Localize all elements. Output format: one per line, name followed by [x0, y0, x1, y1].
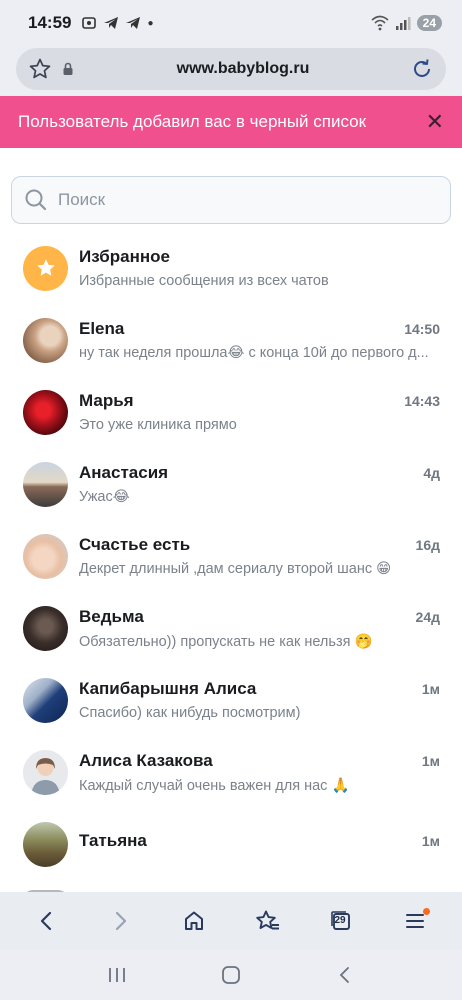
chat-item[interactable]: Анастасия 4д Ужас😂: [0, 448, 462, 520]
notification-dot: [423, 908, 431, 915]
chat-list: Избранное Избранные сообщения из всех ча…: [0, 232, 462, 880]
chat-name: Анастасия: [79, 463, 169, 482]
star-icon[interactable]: [28, 57, 52, 81]
chat-name: Избранное: [79, 247, 170, 266]
star-icon: [36, 259, 55, 276]
chat-item[interactable]: Марья 14:43 Это уже клиника прямо: [0, 376, 462, 448]
avatar: [23, 317, 68, 363]
chat-time: 4д: [423, 465, 440, 481]
chat-item[interactable]: Капибарышня Алиса 1м Спасибо) как нибудь …: [0, 664, 462, 736]
chat-name: Капибарышня Алиса: [79, 679, 257, 698]
chat-name: Татьяна: [79, 831, 147, 850]
tabs-button[interactable]: 29: [321, 901, 361, 941]
chat-panel: Избранное Избранные сообщения из всех ча…: [0, 164, 462, 892]
tabs-count: 29: [334, 915, 346, 926]
chat-item[interactable]: Татьяна 1м: [0, 808, 462, 880]
search-box[interactable]: [11, 176, 451, 224]
search-input[interactable]: [58, 190, 438, 210]
avatar: [23, 821, 68, 867]
chat-name: Марья: [79, 391, 134, 410]
back-button[interactable]: [27, 901, 67, 941]
chat-item[interactable]: Elena 14:50 ну так неделя прошла😂 с конца…: [0, 304, 462, 376]
chat-time: 24д: [415, 608, 440, 625]
chat-preview: Обязательно)) пропускать не как нельзя 🤭: [79, 633, 373, 650]
status-time: 14:59: [28, 13, 72, 32]
address-bar[interactable]: www.babyblog.ru: [16, 48, 446, 90]
avatar: [23, 749, 68, 795]
chat-name: Счастье есть: [79, 535, 191, 554]
recent-apps-button[interactable]: [97, 955, 137, 995]
status-right: 24: [371, 15, 442, 31]
home-nav-button[interactable]: [211, 955, 251, 995]
sheet-top: [0, 148, 462, 164]
chat-time: 16д: [415, 537, 440, 553]
chat-preview: Избранные сообщения из всех чатов: [79, 273, 329, 289]
telegram-icon: [126, 17, 141, 29]
banner-text: Пользователь добавил вас в черный список: [18, 112, 367, 131]
system-navigation: [0, 950, 462, 1000]
chat-item[interactable]: Алиса Казакова 1м Каждый случай очень важ…: [0, 736, 462, 808]
back-nav-button[interactable]: [325, 955, 365, 995]
avatar: [23, 461, 68, 507]
forward-icon: [116, 911, 127, 931]
chat-preview: Декрет длинный ,дам сериалу второй шанс …: [79, 561, 392, 577]
bookmarks-icon: [256, 910, 279, 930]
blacklist-notification-banner: Пользователь добавил вас в черный список…: [0, 96, 462, 148]
chat-item-favorites[interactable]: Избранное Избранные сообщения из всех ча…: [0, 232, 462, 304]
telegram-icon: [104, 17, 119, 29]
search-icon: [25, 189, 47, 211]
chat-item[interactable]: Счастье есть 16д Декрет длинный ,дам сери…: [0, 520, 462, 592]
chat-time: 1м: [421, 681, 440, 697]
more-dot-icon: ●: [147, 17, 154, 29]
avatar: [23, 389, 68, 435]
bookmarks-button[interactable]: [248, 901, 288, 941]
close-icon[interactable]: ✕: [426, 111, 444, 133]
chat-time: 1м: [421, 833, 440, 849]
chat-time: 1м: [421, 752, 440, 769]
avatar: [23, 677, 68, 723]
reload-icon[interactable]: [410, 57, 434, 81]
chat-preview: ну так неделя прошла😂 с конца 10й до пер…: [79, 345, 429, 361]
lock-icon: [63, 62, 73, 75]
chat-name: Алиса Казакова: [79, 750, 213, 770]
chat-name: Ведьма: [79, 606, 144, 626]
wifi-icon: [371, 15, 389, 31]
signal-icon: [395, 17, 411, 30]
avatar: [23, 605, 68, 651]
default-user-icon: [31, 757, 60, 795]
back-icon: [40, 911, 51, 931]
back-nav-icon: [339, 967, 349, 983]
chat-preview: Каждый случай очень важен для нас 🙏: [79, 777, 350, 794]
chat-preview: Это уже клиника прямо: [79, 417, 237, 433]
favorites-avatar: [23, 245, 68, 291]
forward-button[interactable]: [100, 901, 140, 941]
home-button[interactable]: [174, 901, 214, 941]
chat-time: 14:43: [404, 393, 440, 409]
browser-toolbar: 29: [0, 892, 462, 950]
menu-button[interactable]: [395, 901, 435, 941]
home-icon: [185, 911, 204, 930]
chat-preview: Ужас😂: [79, 489, 130, 505]
home-nav-icon: [222, 966, 240, 984]
status-notification-icons: ●: [81, 15, 154, 31]
status-bar: 14:59 ● 24: [0, 0, 462, 46]
battery-indicator: 24: [416, 15, 442, 31]
chat-name: Elena: [79, 319, 125, 338]
chat-item[interactable]: Ведьма 24д Обязательно)) пропускать не ка…: [0, 592, 462, 664]
chat-time: 14:50: [404, 321, 440, 337]
avatar: [23, 533, 68, 579]
recent-apps-icon: [109, 968, 125, 982]
chat-preview: Спасибо) как нибудь посмотрим): [79, 705, 301, 721]
url-text[interactable]: www.babyblog.ru: [76, 60, 410, 78]
screenshot-icon: [82, 17, 97, 29]
